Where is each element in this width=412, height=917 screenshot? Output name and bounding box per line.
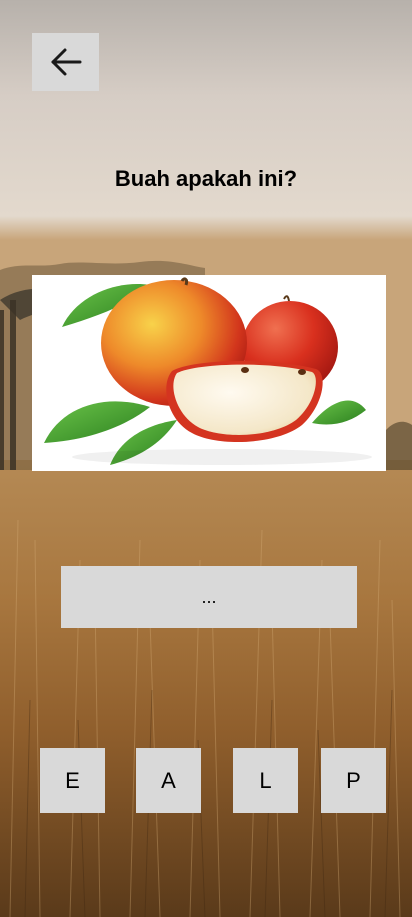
fruit-image-frame — [32, 275, 386, 471]
letter-tile[interactable]: P — [321, 748, 386, 813]
arrow-left-icon — [51, 48, 81, 76]
quiz-screen: Buah apakah ini? ... E A L P — [0, 0, 412, 917]
question-text: Buah apakah ini? — [114, 166, 298, 191]
letter-tile[interactable]: E — [40, 748, 105, 813]
back-button[interactable] — [32, 33, 99, 91]
letter-tile[interactable]: A — [136, 748, 201, 813]
letter-tile[interactable]: L — [233, 748, 298, 813]
answer-field[interactable]: ... — [61, 566, 357, 628]
apple-image — [44, 277, 372, 465]
